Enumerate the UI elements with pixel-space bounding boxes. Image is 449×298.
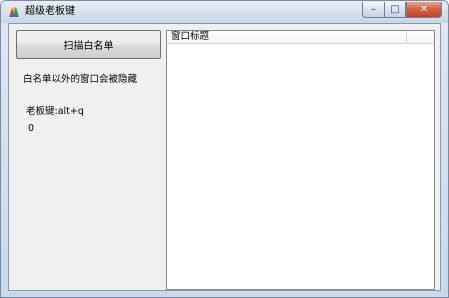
maximize-button[interactable]: □ — [384, 2, 406, 18]
close-icon: ✕ — [419, 4, 429, 15]
main-window: 超级老板键 – □ ✕ 扫描白名单 白名单以外的窗口会被隐藏 老板键:alt+q… — [0, 0, 449, 298]
caption-buttons: – □ ✕ — [362, 2, 442, 18]
close-button[interactable]: ✕ — [406, 2, 442, 18]
maximize-icon: □ — [390, 4, 400, 15]
hotkey-text: 老板键:alt+q — [26, 106, 84, 117]
minimize-button[interactable]: – — [362, 2, 384, 18]
client-area: 扫描白名单 白名单以外的窗口会被隐藏 老板键:alt+q 0 窗口标题 — [8, 23, 441, 291]
column-header-filler — [407, 31, 434, 43]
info-text: 白名单以外的窗口会被隐藏 — [23, 74, 138, 85]
minimize-icon: – — [371, 4, 376, 15]
title-bar[interactable]: 超级老板键 – □ ✕ — [1, 1, 448, 23]
window-title: 超级老板键 — [25, 6, 75, 17]
app-logo-icon — [9, 7, 19, 17]
list-header: 窗口标题 — [167, 31, 434, 44]
window-title-list[interactable]: 窗口标题 — [166, 30, 435, 290]
column-header-window-title[interactable]: 窗口标题 — [167, 31, 407, 43]
counter-value: 0 — [28, 123, 35, 134]
scan-whitelist-button[interactable]: 扫描白名单 — [16, 30, 161, 59]
